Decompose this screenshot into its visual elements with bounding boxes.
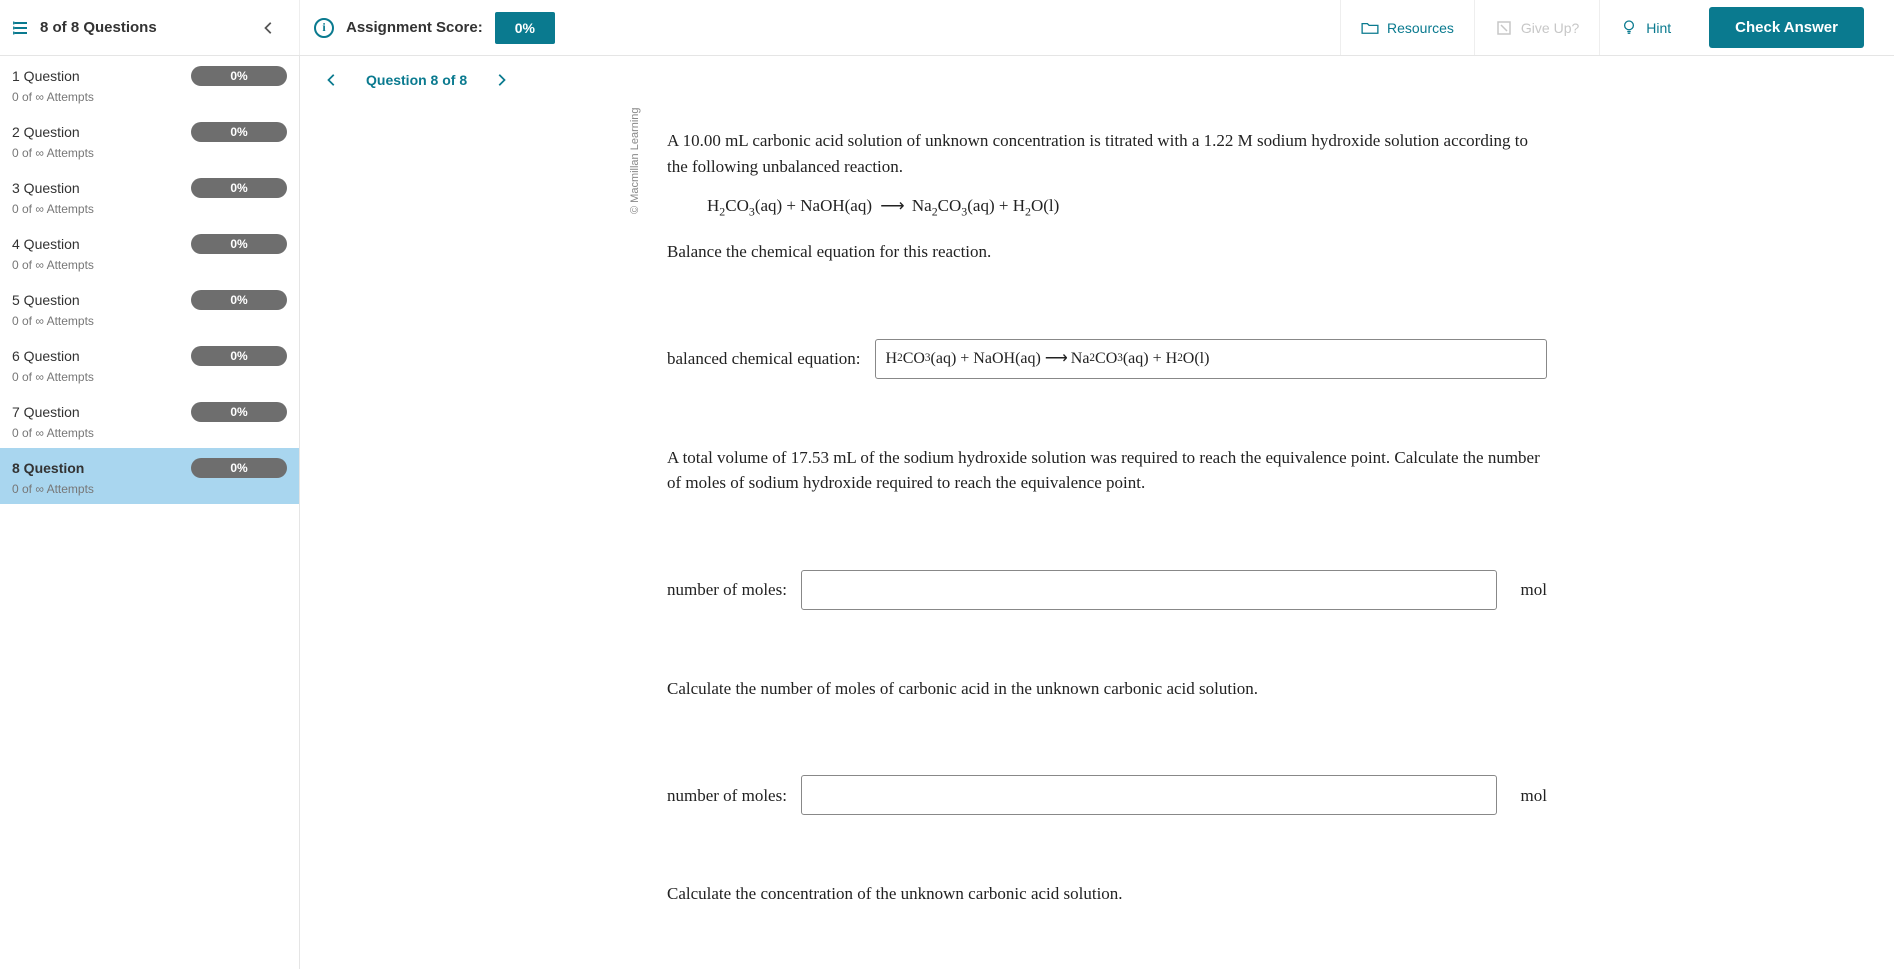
sidebar-item-attempts: 0 of ∞ Attempts: [12, 482, 287, 496]
sidebar-item-q4[interactable]: 4 Question 0% 0 of ∞ Attempts: [0, 224, 299, 280]
moles-acid-label: number of moles:: [667, 783, 787, 809]
sidebar-item-attempts: 0 of ∞ Attempts: [12, 426, 287, 440]
resources-button[interactable]: Resources: [1340, 0, 1474, 55]
question-nav-label: Question 8 of 8: [356, 72, 477, 88]
main: Question 8 of 8 © Macmillan Learning A 1…: [300, 56, 1894, 969]
sidebar-item-label: 6 Question: [12, 348, 80, 364]
intro-text: A 10.00 mL carbonic acid solution of unk…: [667, 128, 1547, 179]
balance-prompt: Balance the chemical equation for this r…: [667, 239, 1547, 265]
sidebar-item-label: 7 Question: [12, 404, 80, 420]
topbar-left: 8 of 8 Questions: [0, 0, 300, 55]
sidebar-item-label: 3 Question: [12, 180, 80, 196]
sidebar-item-pct: 0%: [191, 178, 287, 198]
flag-icon: [1495, 19, 1513, 37]
question-nav: Question 8 of 8: [300, 56, 1894, 104]
topbar: 8 of 8 Questions i Assignment Score: 0% …: [0, 0, 1894, 56]
info-icon[interactable]: i: [314, 18, 334, 38]
giveup-label: Give Up?: [1521, 20, 1579, 36]
topbar-right: Resources Give Up? Hint Check Answer: [1340, 0, 1894, 55]
hint-label: Hint: [1646, 20, 1671, 36]
sidebar-item-label: 2 Question: [12, 124, 80, 140]
collapse-sidebar-chevron[interactable]: [251, 10, 287, 46]
next-question-button[interactable]: [487, 66, 515, 94]
assignment-score-label: Assignment Score:: [346, 19, 483, 36]
copyright-text: © Macmillan Learning: [627, 107, 644, 214]
sidebar-item-pct: 0%: [191, 458, 287, 478]
sidebar: 1 Question 0% 0 of ∞ Attempts 2 Question 0% 0…: [0, 56, 300, 969]
sidebar-item-attempts: 0 of ∞ Attempts: [12, 258, 287, 272]
sidebar-item-attempts: 0 of ∞ Attempts: [12, 90, 287, 104]
assignment-score-value: 0%: [495, 12, 555, 44]
topbar-mid: i Assignment Score: 0%: [300, 12, 569, 44]
moles-acid-row: number of moles: mol: [667, 775, 1547, 815]
question-paper: © Macmillan Learning A 10.00 mL carbonic…: [617, 104, 1577, 929]
sidebar-item-pct: 0%: [191, 66, 287, 86]
question-count-title: 8 of 8 Questions: [40, 19, 157, 36]
moles-naoh-row: number of moles: mol: [667, 570, 1547, 610]
content-scroll[interactable]: © Macmillan Learning A 10.00 mL carbonic…: [300, 104, 1894, 969]
sidebar-item-q8[interactable]: 8 Question 0% 0 of ∞ Attempts: [0, 448, 299, 504]
moles-acid-unit: mol: [1511, 783, 1547, 809]
unbalanced-equation: H2CO3(aq) + NaOH(aq) ⟶ Na2CO3(aq) + H2O(…: [667, 193, 1547, 221]
moles-naoh-label: number of moles:: [667, 577, 787, 603]
sidebar-item-q2[interactable]: 2 Question 0% 0 of ∞ Attempts: [0, 112, 299, 168]
moles-acid-input[interactable]: [801, 775, 1497, 815]
sidebar-item-label: 1 Question: [12, 68, 80, 84]
sidebar-item-pct: 0%: [191, 402, 287, 422]
sidebar-item-q3[interactable]: 3 Question 0% 0 of ∞ Attempts: [0, 168, 299, 224]
sidebar-item-pct: 0%: [191, 290, 287, 310]
sidebar-item-q1[interactable]: 1 Question 0% 0 of ∞ Attempts: [0, 56, 299, 112]
moles-naoh-input[interactable]: [801, 570, 1497, 610]
sidebar-item-pct: 0%: [191, 234, 287, 254]
sidebar-item-q6[interactable]: 6 Question 0% 0 of ∞ Attempts: [0, 336, 299, 392]
sidebar-item-label: 8 Question: [12, 460, 84, 476]
sidebar-item-pct: 0%: [191, 346, 287, 366]
giveup-button: Give Up?: [1474, 0, 1599, 55]
sidebar-item-q5[interactable]: 5 Question 0% 0 of ∞ Attempts: [0, 280, 299, 336]
sidebar-item-label: 5 Question: [12, 292, 80, 308]
sidebar-item-q7[interactable]: 7 Question 0% 0 of ∞ Attempts: [0, 392, 299, 448]
sidebar-item-attempts: 0 of ∞ Attempts: [12, 314, 287, 328]
balanced-equation-row: balanced chemical equation: H2CO3(aq) + …: [667, 339, 1547, 379]
prev-question-button[interactable]: [318, 66, 346, 94]
check-answer-label: Check Answer: [1735, 19, 1838, 36]
part2-text: A total volume of 17.53 mL of the sodium…: [667, 445, 1547, 496]
list-icon[interactable]: [12, 19, 30, 37]
sidebar-item-pct: 0%: [191, 122, 287, 142]
bulb-icon: [1620, 19, 1638, 37]
resources-label: Resources: [1387, 20, 1454, 36]
folder-icon: [1361, 19, 1379, 37]
sidebar-item-label: 4 Question: [12, 236, 80, 252]
part4-text: Calculate the concentration of the unkno…: [667, 881, 1547, 907]
moles-naoh-unit: mol: [1511, 577, 1547, 603]
part3-text: Calculate the number of moles of carboni…: [667, 676, 1547, 702]
check-answer-button[interactable]: Check Answer: [1709, 7, 1864, 48]
sidebar-item-attempts: 0 of ∞ Attempts: [12, 370, 287, 384]
sidebar-item-attempts: 0 of ∞ Attempts: [12, 202, 287, 216]
balanced-eq-label: balanced chemical equation:: [667, 346, 861, 372]
balanced-eq-input[interactable]: H2CO3(aq) + NaOH(aq) ⟶ Na2CO3(aq) + H2O(…: [875, 339, 1547, 379]
hint-button[interactable]: Hint: [1599, 0, 1691, 55]
sidebar-item-attempts: 0 of ∞ Attempts: [12, 146, 287, 160]
